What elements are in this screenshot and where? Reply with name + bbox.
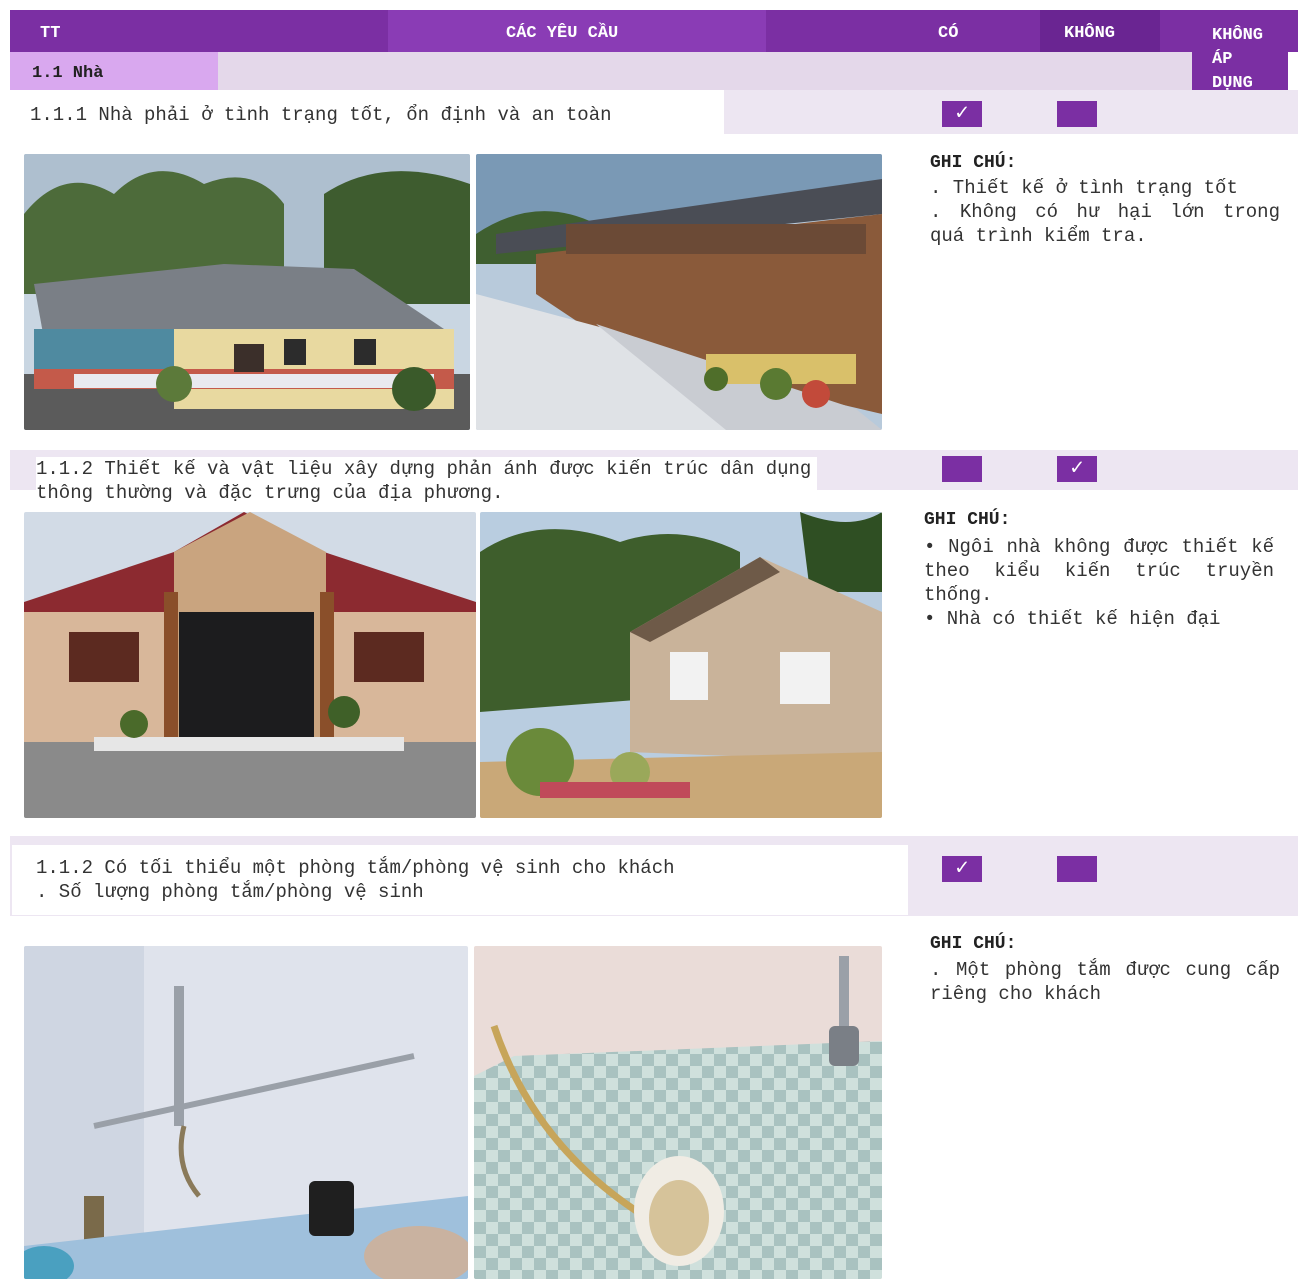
item2-no-checkbox[interactable]: ✓: [1057, 456, 1097, 482]
bathroom-photo-1: [24, 946, 468, 1279]
item2-title: 1.1.2 Thiết kế và vật liệu xây dựng phản…: [36, 457, 818, 505]
header-tt: TT: [40, 24, 61, 43]
header-na: KHÔNG ÁP DỤNG: [1212, 26, 1264, 93]
item3-title: 1.1.2 Có tối thiểu một phòng tắm/phòng v…: [36, 857, 675, 903]
item1-note-title: GHI CHÚ:: [930, 153, 1017, 173]
item1-band: [724, 90, 1298, 134]
item3-note-text: . Một phòng tắm được cung cấp riêng cho …: [930, 959, 1280, 1005]
item1-yes-checkbox[interactable]: ✓: [942, 101, 982, 127]
item2-note-title: GHI CHÚ:: [924, 510, 1011, 530]
item2-yes-checkbox[interactable]: [942, 456, 982, 482]
header-requirements: CÁC YÊU CẦU: [506, 24, 619, 43]
house-photo-4: [480, 512, 882, 818]
house-photo-1: [24, 154, 470, 430]
header-no: KHÔNG: [1064, 24, 1116, 43]
item3-note-title: GHI CHÚ:: [930, 934, 1017, 954]
item1-note-text: . Thiết kế ở tình trạng tốt . Không có h…: [930, 177, 1280, 247]
table-header: TT CÁC YÊU CẦU CÓ KHÔNG: [10, 10, 1298, 56]
bathroom-photo-2: [474, 946, 882, 1279]
item1-no-checkbox[interactable]: [1057, 101, 1097, 127]
item1-title: 1.1.1 Nhà phải ở tình trạng tốt, ổn định…: [30, 104, 612, 126]
house-photo-3: [24, 512, 476, 818]
house-photo-2: [476, 154, 882, 430]
item3-yes-checkbox[interactable]: ✓: [942, 856, 982, 882]
section-title: 1.1 Nhà: [32, 64, 104, 83]
section-label-cell: 1.1 Nhà: [10, 52, 218, 90]
item2-note-text: • Ngôi nhà không được thiết kế theo kiểu…: [924, 536, 1274, 630]
item3-no-checkbox[interactable]: [1057, 856, 1097, 882]
header-yes: CÓ: [938, 24, 959, 43]
